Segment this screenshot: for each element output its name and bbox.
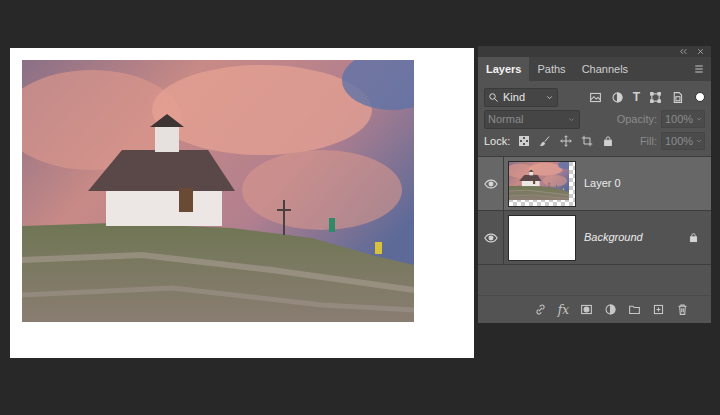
search-icon [488, 92, 499, 103]
panel-tabs: Layers Paths Channels [478, 57, 711, 81]
opacity-value[interactable]: 100% [665, 111, 693, 128]
collapse-icon[interactable] [679, 47, 688, 56]
tab-label[interactable]: Paths [537, 61, 565, 78]
new-group-icon[interactable] [628, 303, 641, 316]
lock-transparent-icon[interactable] [518, 135, 530, 147]
dropdown-arrow-icon[interactable] [695, 137, 703, 145]
opacity-control[interactable]: Opacity: 100% [617, 110, 705, 129]
filter-toggle[interactable] [695, 92, 705, 102]
tab-label[interactable]: Channels [582, 61, 628, 78]
layer-thumbnail[interactable] [508, 215, 576, 261]
layer-name[interactable]: Background [584, 229, 643, 246]
layer-lock [687, 178, 699, 189]
fill-label: Fill: [640, 133, 657, 150]
layer-row[interactable]: Layer 0 [478, 157, 711, 211]
lock-artboard-icon[interactable] [581, 135, 593, 147]
layer-list: Layer 0 Background [478, 156, 711, 265]
lock-icon [688, 232, 699, 243]
panel-footer: fx [478, 295, 711, 323]
panel-tab[interactable]: Layers [478, 57, 529, 81]
layer-style-button[interactable]: fx [558, 301, 569, 319]
dropdown-arrow-icon[interactable] [545, 93, 554, 102]
tab-label[interactable]: Layers [486, 61, 521, 78]
layer-thumbnail[interactable] [508, 161, 576, 207]
panel-menu-icon[interactable] [693, 57, 705, 81]
visibility-toggle[interactable] [478, 211, 504, 264]
panel-tab[interactable]: Channels [574, 57, 636, 81]
pixel-filter-icon[interactable] [589, 91, 602, 104]
add-mask-icon[interactable] [580, 303, 593, 316]
visibility-toggle[interactable] [478, 157, 504, 210]
filter-kind-dropdown[interactable]: Kind [484, 88, 558, 107]
new-layer-icon[interactable] [652, 303, 665, 316]
lock-row: Lock: Fill: 100% [478, 130, 711, 152]
blend-row: Normal Opacity: 100% [478, 108, 711, 130]
dropdown-arrow-icon[interactable] [567, 115, 576, 124]
new-adjustment-icon[interactable] [604, 303, 617, 316]
smart-object-filter-icon[interactable] [671, 91, 684, 104]
lock-position-icon[interactable] [560, 135, 572, 147]
filter-row: Kind T [478, 86, 711, 108]
type-filter-icon[interactable]: T [633, 90, 640, 104]
lock-all-icon[interactable] [602, 135, 614, 147]
filter-kind-value[interactable]: Kind [503, 89, 525, 106]
blend-mode-dropdown[interactable]: Normal [484, 110, 580, 129]
lock-label: Lock: [484, 133, 510, 150]
document-canvas[interactable] [10, 48, 474, 358]
eye-icon[interactable] [484, 231, 498, 245]
lock-image-icon[interactable] [539, 135, 551, 147]
lock-icons [518, 135, 614, 147]
eye-icon[interactable] [484, 177, 498, 191]
panel-tab[interactable]: Paths [529, 57, 573, 81]
layer-lock [687, 232, 699, 243]
opacity-field[interactable]: 100% [661, 110, 705, 129]
fill-value[interactable]: 100% [665, 133, 693, 150]
dropdown-arrow-icon[interactable] [695, 115, 703, 123]
layers-panel: Layers Paths Channels Kind T Normal Opacity: 10… [478, 46, 711, 323]
fill-field[interactable]: 100% [661, 132, 705, 151]
photo [22, 60, 414, 322]
panel-header [478, 46, 711, 57]
close-icon[interactable] [696, 47, 705, 56]
delete-layer-icon[interactable] [676, 303, 689, 316]
filter-icons: T [589, 90, 705, 104]
adjustment-filter-icon[interactable] [611, 91, 624, 104]
blend-mode-value[interactable]: Normal [488, 111, 523, 128]
fill-control[interactable]: Fill: 100% [640, 132, 705, 151]
link-layers-icon[interactable] [534, 303, 547, 316]
layer-row[interactable]: Background [478, 211, 711, 265]
opacity-label: Opacity: [617, 111, 657, 128]
shape-filter-icon[interactable] [649, 91, 662, 104]
layer-name[interactable]: Layer 0 [584, 175, 621, 192]
